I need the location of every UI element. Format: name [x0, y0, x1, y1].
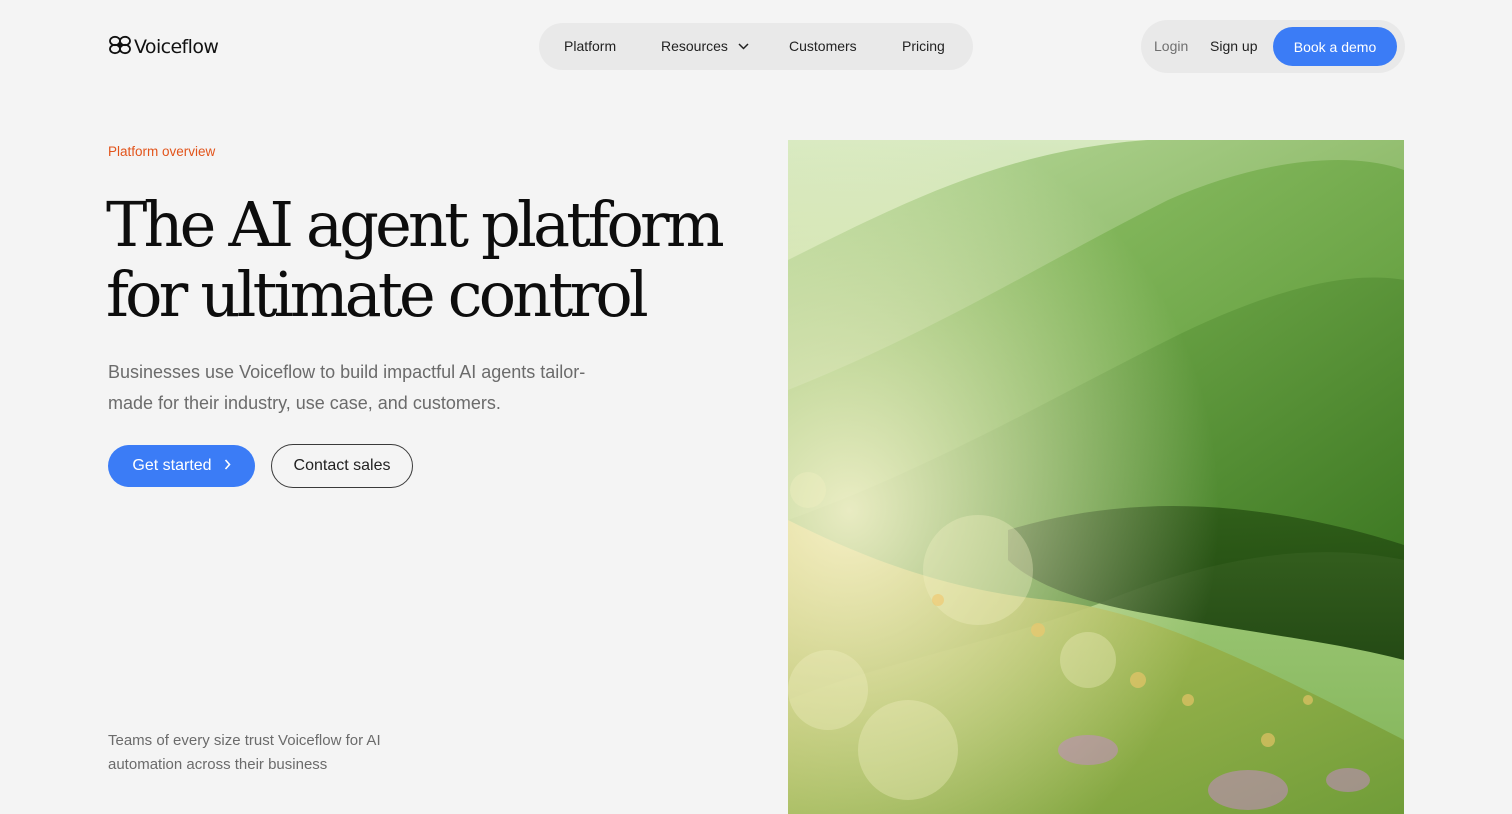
nav-item-pricing[interactable]: Pricing [902, 23, 945, 70]
signup-link[interactable]: Sign up [1210, 20, 1257, 73]
chevron-down-icon [738, 22, 749, 69]
hero-eyebrow: Platform overview [108, 144, 216, 159]
nav-item-resources-label: Resources [661, 38, 728, 54]
hero-headline-line2: for ultimate control [106, 258, 649, 331]
contact-sales-button[interactable]: Contact sales [271, 444, 413, 488]
get-started-label: Get started [132, 457, 212, 474]
nav-item-platform[interactable]: Platform [564, 23, 616, 70]
voiceflow-logo-icon [108, 34, 132, 61]
book-demo-button[interactable]: Book a demo [1273, 27, 1397, 66]
login-link[interactable]: Login [1154, 20, 1188, 73]
trust-text: Teams of every size trust Voiceflow for … [108, 732, 381, 773]
hero-headline: The AI agent platform for ultimate contr… [106, 190, 726, 330]
brand-name: Voiceflow [134, 36, 219, 58]
hero-subhead: Businesses use Voiceflow to build impact… [108, 362, 586, 413]
main-nav: Platform Resources Customers Pricing [539, 23, 973, 70]
nav-item-customers[interactable]: Customers [789, 23, 857, 70]
brand-logo[interactable]: Voiceflow [108, 34, 219, 61]
nav-item-resources[interactable]: Resources [661, 23, 749, 70]
get-started-button[interactable]: Get started [108, 445, 255, 487]
chevron-right-icon [224, 457, 231, 475]
auth-nav: Login Sign up Book a demo [1141, 20, 1405, 73]
hero-headline-line1: The AI agent platform [106, 188, 725, 261]
customer-logo-strip [108, 810, 728, 814]
hero-landscape-image [788, 140, 1404, 814]
